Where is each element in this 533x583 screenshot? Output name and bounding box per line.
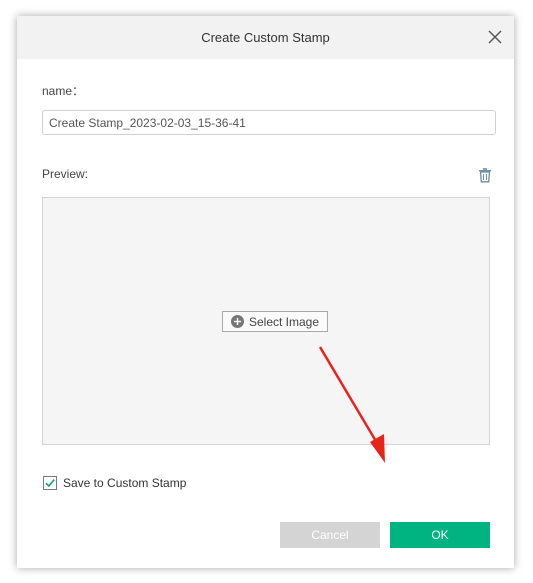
create-custom-stamp-dialog: Create Custom Stamp name： Preview: Selec… (17, 16, 514, 568)
select-image-button[interactable]: Select Image (222, 311, 328, 332)
stamp-preview-area: Select Image (42, 197, 490, 445)
dialog-title: Create Custom Stamp (201, 30, 330, 45)
save-to-custom-stamp-checkbox[interactable] (43, 476, 57, 490)
plus-circle-icon (230, 315, 244, 328)
dialog-titlebar: Create Custom Stamp (17, 16, 514, 59)
save-to-custom-stamp-label: Save to Custom Stamp (63, 476, 187, 490)
trash-icon[interactable] (477, 167, 493, 183)
preview-label: Preview: (42, 167, 89, 181)
checkmark-icon (45, 479, 55, 488)
cancel-button[interactable]: Cancel (280, 522, 380, 548)
save-to-custom-stamp-option[interactable]: Save to Custom Stamp (43, 476, 186, 490)
select-image-label: Select Image (248, 314, 320, 329)
close-icon[interactable] (486, 28, 504, 46)
ok-button[interactable]: OK (390, 522, 490, 548)
stamp-name-input[interactable] (42, 110, 496, 135)
name-label: name： (42, 84, 85, 98)
